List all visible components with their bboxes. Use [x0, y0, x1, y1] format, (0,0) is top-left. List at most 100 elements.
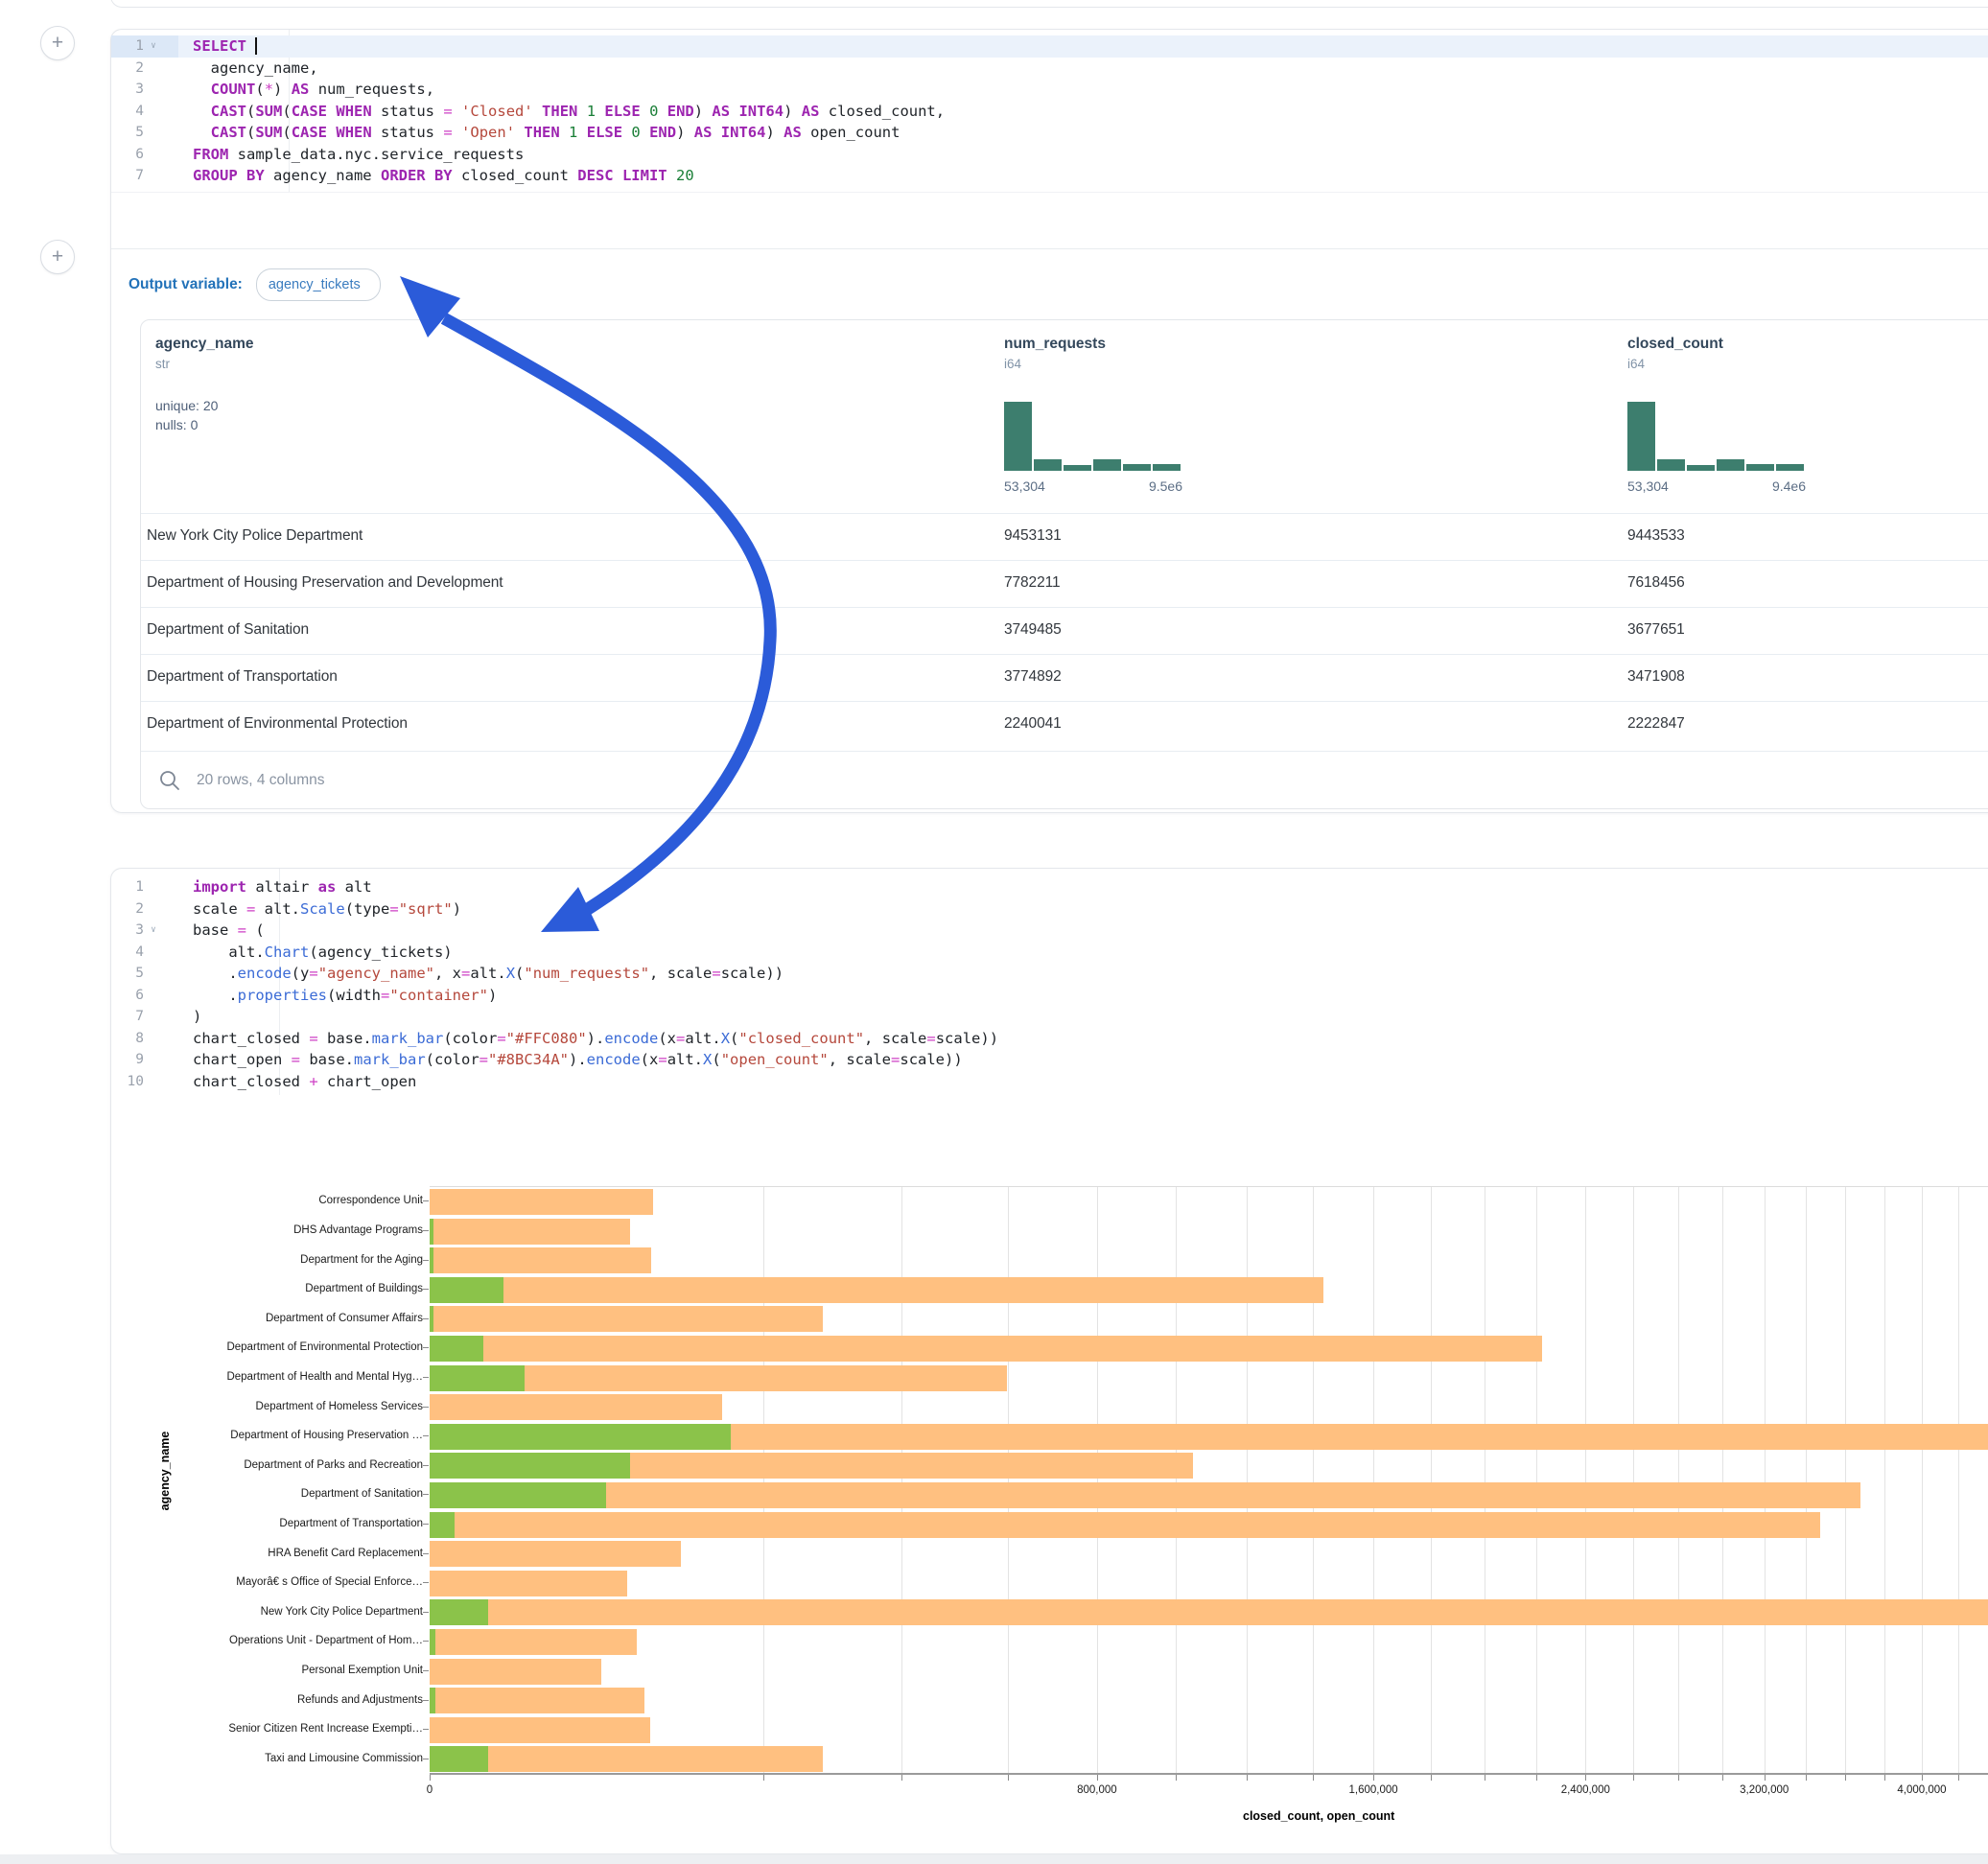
histogram-range-labels: 53,3049.5e6: [1004, 478, 1182, 494]
code-line[interactable]: 5 CAST(SUM(CASE WHEN status = 'Open' THE…: [111, 122, 1988, 144]
x-axis-label: 3,200,000: [1740, 1784, 1789, 1796]
histogram-max: 9.5e6: [1149, 478, 1182, 494]
table-row[interactable]: New York City Police Department945313194…: [141, 513, 1988, 560]
y-axis-label: Mayorâ€ s Office of Special Enforce…: [116, 1576, 423, 1588]
line-number: 5: [111, 125, 144, 140]
code-text: agency_name,: [178, 59, 318, 77]
table-row[interactable]: Department of Sanitation37494853677651: [141, 607, 1988, 654]
code-line[interactable]: 5 .encode(y="agency_name", x=alt.X("num_…: [111, 963, 1988, 985]
gridline: [1845, 1187, 1846, 1773]
table-row[interactable]: Department of Environmental Protection22…: [141, 701, 1988, 748]
column-header-agency_name[interactable]: agency_namestrunique: 20nulls: 0: [155, 320, 750, 432]
sql-code-editor[interactable]: 1∨SELECT 2 agency_name,3 COUNT(*) AS num…: [111, 30, 1988, 193]
table-cell: 9453131: [1004, 527, 1062, 545]
histogram-bar: [1746, 464, 1774, 471]
code-line[interactable]: 8chart_closed = base.mark_bar(color="#FF…: [111, 1028, 1988, 1050]
python-code-editor[interactable]: 1import altair as alt2scale = alt.Scale(…: [111, 869, 1988, 1095]
y-axis-label: Taxi and Limousine Commission: [116, 1753, 423, 1764]
code-line[interactable]: 3 COUNT(*) AS num_requests,: [111, 79, 1988, 101]
gridline: [1097, 1187, 1098, 1773]
bar-open-count: [430, 1247, 433, 1273]
histogram-max: 9.4e6: [1772, 478, 1806, 494]
bar-closed-count: [430, 1189, 653, 1215]
code-line[interactable]: 1∨SELECT: [111, 35, 1988, 58]
y-tick-mark: [423, 1289, 429, 1290]
code-line[interactable]: 7GROUP BY agency_name ORDER BY closed_co…: [111, 165, 1988, 187]
add-cell-button[interactable]: +: [40, 240, 75, 274]
code-line[interactable]: 6 .properties(width="container"): [111, 985, 1988, 1007]
code-line[interactable]: 4 CAST(SUM(CASE WHEN status = 'Closed' T…: [111, 101, 1988, 123]
table-row[interactable]: Department of Housing Preservation and D…: [141, 560, 1988, 607]
sql-cell: 1∨SELECT 2 agency_name,3 COUNT(*) AS num…: [110, 29, 1988, 813]
y-tick-mark: [423, 1318, 429, 1319]
gridline: [1536, 1187, 1537, 1773]
column-header-closed_count[interactable]: closed_counti6453,3049.4e6: [1627, 320, 1988, 371]
y-tick-mark: [423, 1641, 429, 1642]
y-tick-mark: [423, 1435, 429, 1436]
code-line[interactable]: 6FROM sample_data.nyc.service_requests: [111, 144, 1988, 166]
line-number: 2: [111, 60, 144, 76]
table-cell: 3749485: [1004, 621, 1062, 639]
y-tick-mark: [423, 1200, 429, 1201]
line-number: 10: [111, 1074, 144, 1089]
line-number: 5: [111, 966, 144, 981]
gridline: [763, 1187, 764, 1773]
bar-open-count: [430, 1512, 455, 1538]
collapse-chevron-icon[interactable]: ∨: [144, 41, 163, 51]
y-tick-mark: [423, 1230, 429, 1231]
table-cell: 2222847: [1627, 715, 1685, 733]
text-cursor: [255, 37, 257, 55]
y-axis-label: Department for the Aging: [116, 1254, 423, 1266]
column-name: closed_count: [1627, 336, 1988, 353]
y-axis-label: Department of Health and Mental Hyg…: [116, 1371, 423, 1383]
line-number-gutter: 3: [111, 79, 178, 101]
table-row[interactable]: Department of Transportation377489234719…: [141, 654, 1988, 701]
column-name: agency_name: [155, 336, 750, 353]
page-background: [0, 1854, 1988, 1864]
x-tick-mark: [1678, 1775, 1679, 1781]
output-variable-pill[interactable]: agency_tickets: [256, 268, 381, 301]
y-tick-mark: [423, 1670, 429, 1671]
python-cell: 1import altair as alt2scale = alt.Scale(…: [110, 868, 1988, 1854]
y-axis-label: Department of Parks and Recreation: [116, 1459, 423, 1471]
code-line[interactable]: 10chart_closed + chart_open: [111, 1071, 1988, 1093]
y-tick-mark: [423, 1260, 429, 1261]
code-line[interactable]: 4 alt.Chart(agency_tickets): [111, 942, 1988, 964]
code-line[interactable]: 2 agency_name,: [111, 58, 1988, 80]
gridline: [1884, 1187, 1885, 1773]
add-cell-button[interactable]: +: [40, 26, 75, 60]
table-cell: Department of Sanitation: [147, 621, 309, 639]
code-line[interactable]: 2scale = alt.Scale(type="sqrt"): [111, 898, 1988, 920]
code-text: COUNT(*) AS num_requests,: [178, 81, 434, 98]
bar-closed-count: [430, 1659, 601, 1685]
x-tick-mark: [1431, 1775, 1432, 1781]
y-tick-mark: [423, 1729, 429, 1730]
y-axis-label: Senior Citizen Rent Increase Exempti…: [116, 1723, 423, 1735]
y-axis-label: Personal Exemption Unit: [116, 1665, 423, 1676]
code-line[interactable]: 1import altair as alt: [111, 876, 1988, 898]
bar-closed-count: [430, 1717, 650, 1743]
histogram-bar: [1717, 459, 1744, 471]
y-tick-mark: [423, 1612, 429, 1613]
code-line[interactable]: 3∨base = (: [111, 920, 1988, 942]
gridline: [1958, 1187, 1959, 1773]
code-line[interactable]: 9chart_open = base.mark_bar(color="#8BC3…: [111, 1049, 1988, 1071]
code-line[interactable]: 7): [111, 1006, 1988, 1028]
gridline: [1431, 1187, 1432, 1773]
y-tick-mark: [423, 1465, 429, 1466]
histogram-bar: [1153, 464, 1181, 471]
y-tick-mark: [423, 1377, 429, 1378]
column-type: i64: [1627, 357, 1988, 371]
output-variable-name: agency_tickets: [269, 277, 361, 292]
search-icon[interactable]: [158, 769, 181, 792]
code-text: .properties(width="container"): [178, 987, 497, 1004]
collapse-chevron-icon[interactable]: ∨: [144, 925, 163, 935]
x-tick-mark: [1247, 1775, 1248, 1781]
bar-closed-count: [430, 1629, 637, 1655]
x-tick-mark: [1176, 1775, 1177, 1781]
column-header-num_requests[interactable]: num_requestsi6453,3049.5e6: [1004, 320, 1599, 371]
bar-closed-count: [430, 1277, 1323, 1303]
gridline: [1373, 1187, 1374, 1773]
x-tick-mark: [1536, 1775, 1537, 1781]
gridline: [1806, 1187, 1807, 1773]
